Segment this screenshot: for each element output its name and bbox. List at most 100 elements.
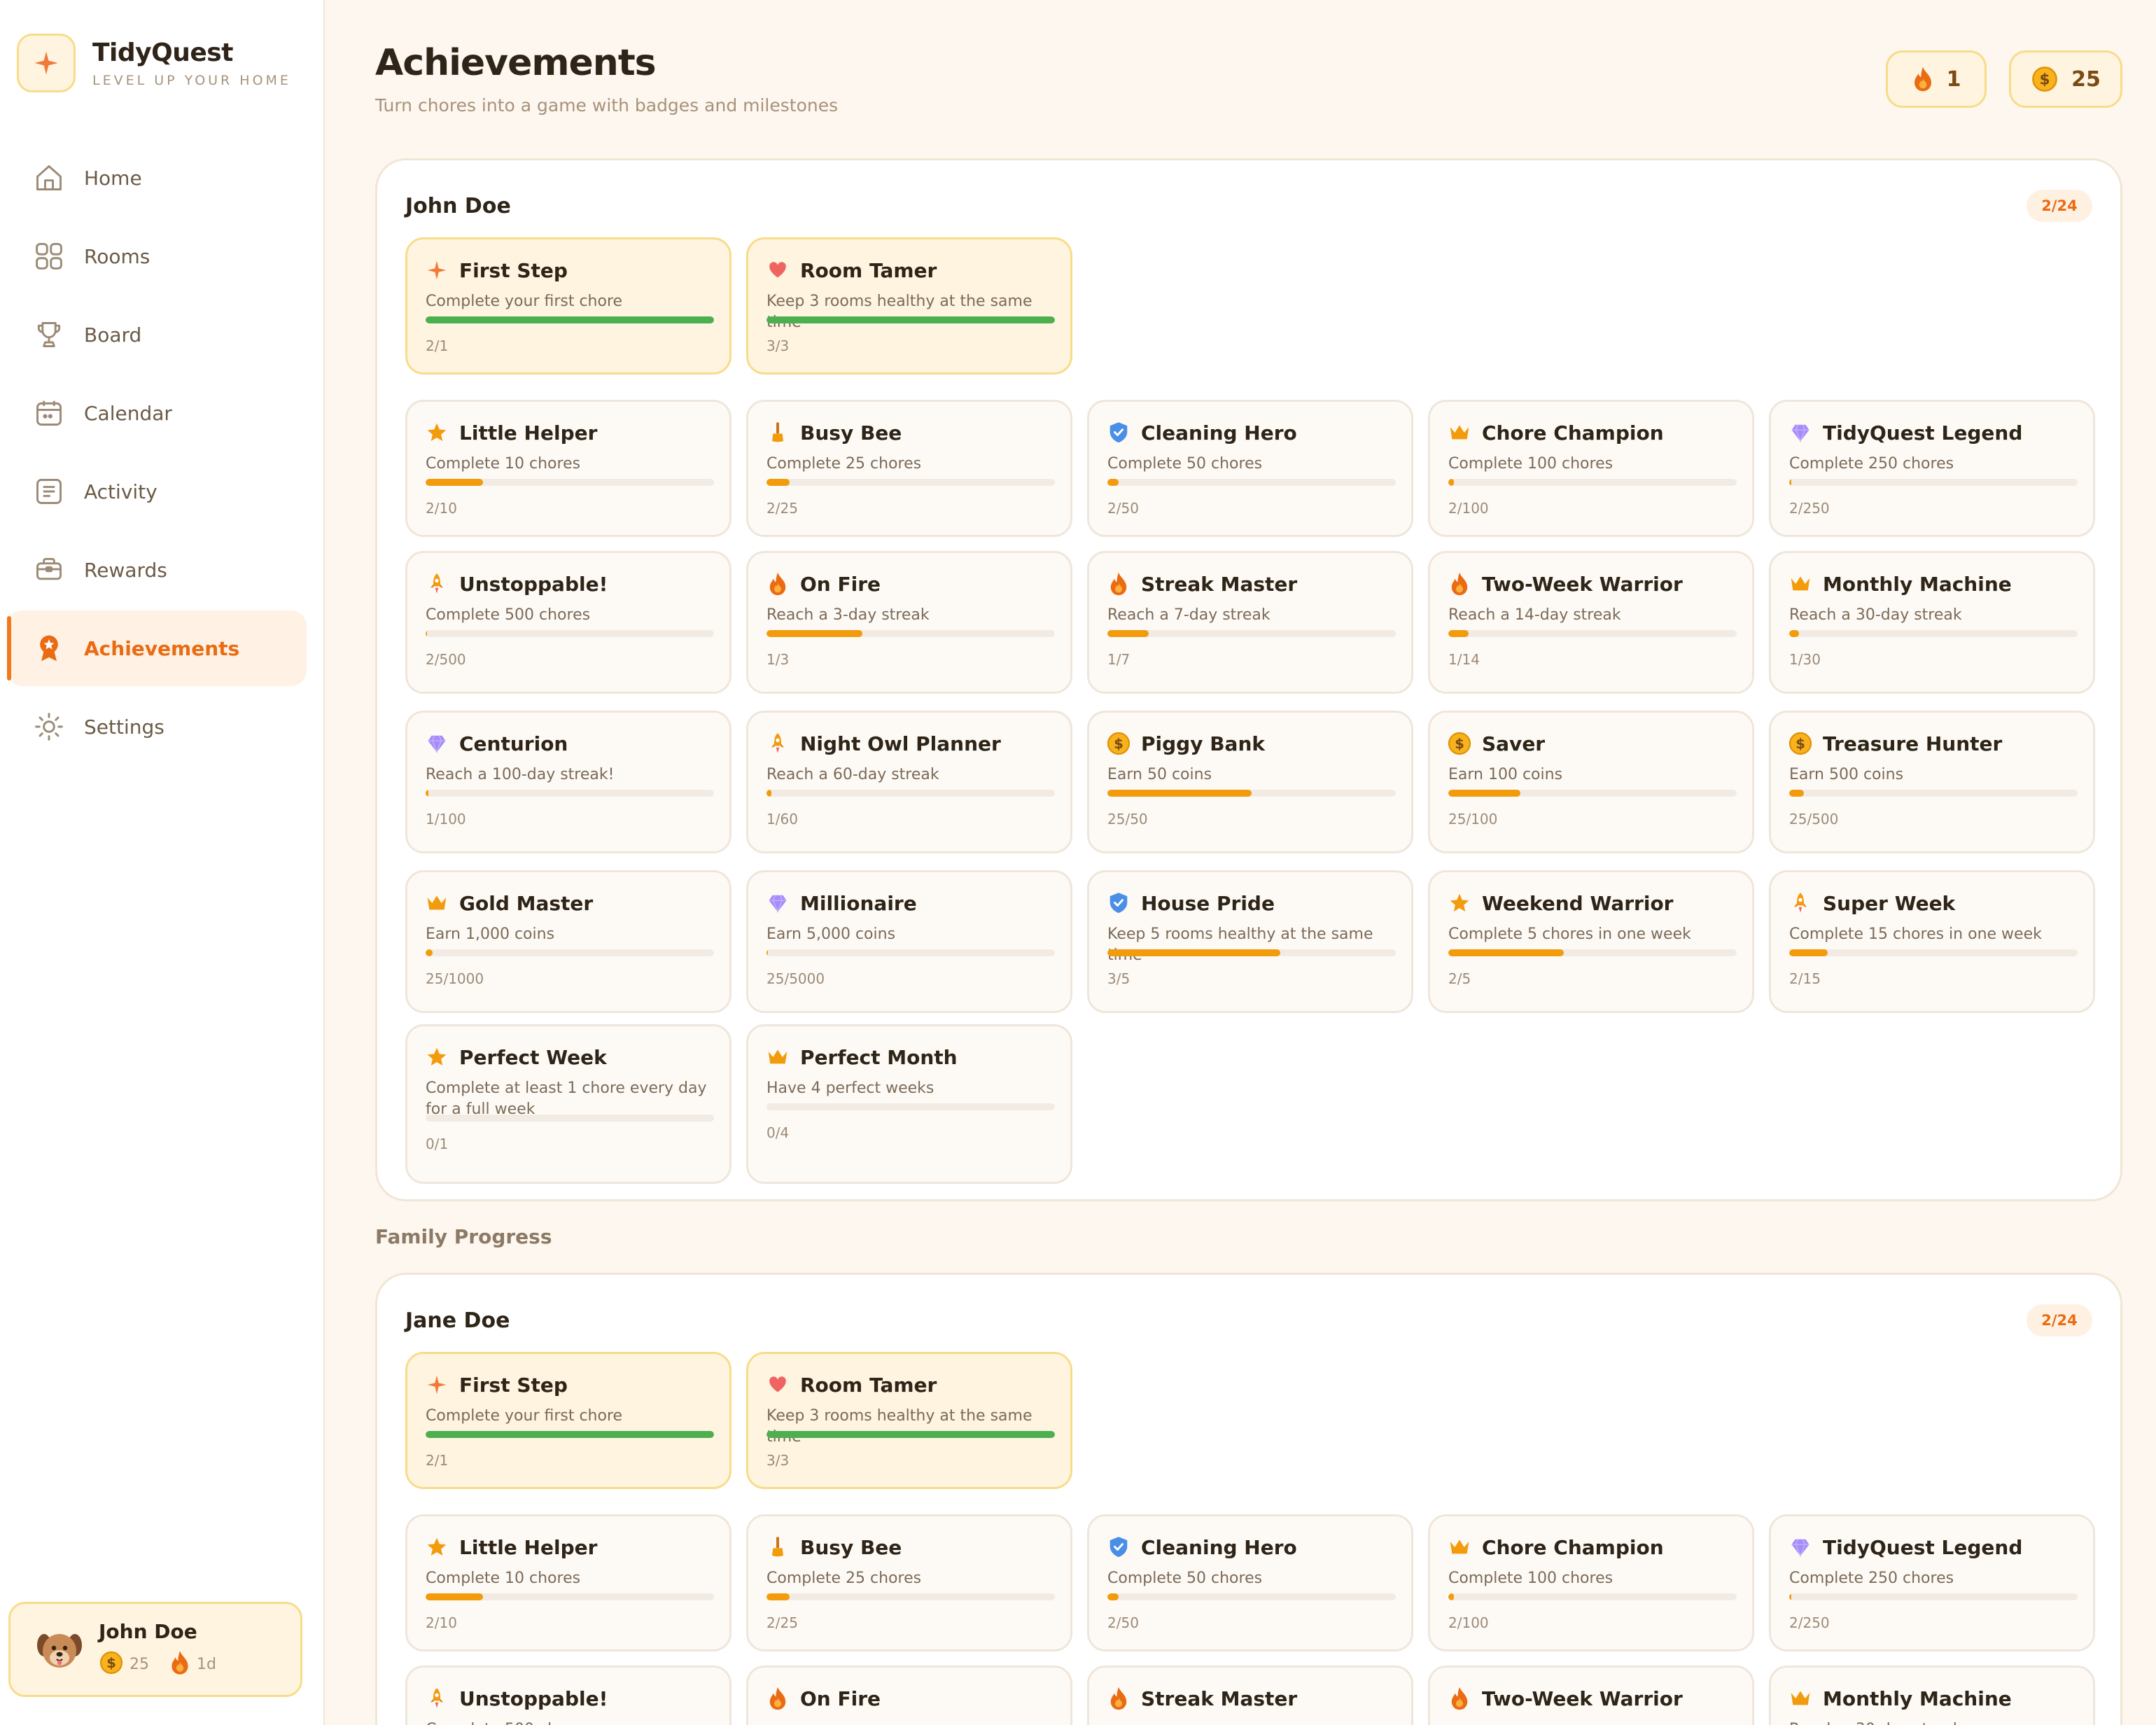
achievement-card-two-week-warrior[interactable]: Two-Week Warrior Reach a 14-day streak 1/1…: [1428, 551, 1754, 694]
flame-icon: [1447, 1686, 1472, 1711]
card-header: Perfect Week: [424, 1045, 607, 1070]
nav-item-home[interactable]: Home: [7, 140, 307, 216]
achievement-card-tidyquest-legend[interactable]: TidyQuest Legend Complete 250 chores 2/250: [1769, 400, 2095, 537]
achievement-card-chore-champion[interactable]: Chore Champion Complete 100 chores 2/100: [1428, 1514, 1754, 1651]
achievement-card-two-week-warrior[interactable]: Two-Week Warrior: [1428, 1665, 1754, 1725]
achievement-title: TidyQuest Legend: [1823, 1535, 2023, 1559]
streak-pill[interactable]: 1: [1886, 50, 1987, 108]
achievement-card-night-owl-planner[interactable]: Night Owl Planner Reach a 60-day streak 1/…: [746, 711, 1072, 853]
achievement-card-house-pride[interactable]: House Pride Keep 5 rooms healthy at the s…: [1087, 870, 1413, 1013]
achievement-card-piggy-bank[interactable]: $ Piggy Bank Earn 50 coins 25/50: [1087, 711, 1413, 853]
achievement-description: Keep 3 rooms healthy at the same time: [766, 293, 1032, 331]
achievement-card-first-step[interactable]: First Step Complete your first chore 2/1: [405, 1352, 732, 1489]
achievement-card-millionaire[interactable]: Millionaire Earn 5,000 coins 25/5000: [746, 870, 1072, 1013]
achievement-card-room-tamer[interactable]: Room Tamer Keep 3 rooms healthy at the sa…: [746, 1352, 1072, 1489]
achievement-card-saver[interactable]: $ Saver Earn 100 coins 25/100: [1428, 711, 1754, 853]
progress-track: [1789, 949, 2078, 956]
star-icon: [1447, 891, 1472, 916]
nav-item-achievements[interactable]: Achievements: [7, 610, 307, 686]
achievement-description: Complete your first chore: [426, 1407, 623, 1425]
svg-text:$: $: [1795, 736, 1805, 752]
shield-icon: [1106, 891, 1131, 916]
nav-item-rewards[interactable]: Rewards: [7, 532, 307, 608]
progress-track: [426, 479, 714, 486]
achievement-description: Complete 50 chores: [1107, 1570, 1263, 1587]
achievement-card-treasure-hunter[interactable]: $ Treasure Hunter Earn 500 coins 25/500: [1769, 711, 2095, 853]
achievement-card-busy-bee[interactable]: Busy Bee Complete 25 chores 2/25: [746, 400, 1072, 537]
achievement-title: Saver: [1482, 732, 1546, 755]
achievement-description: Reach a 60-day streak: [766, 766, 939, 783]
progress-text: 2/1: [426, 337, 449, 354]
achievement-card-unstoppable[interactable]: Unstoppable! Complete 500 chores 2/500: [405, 551, 732, 694]
progress-fill: [1789, 790, 1804, 797]
nav-item-rooms[interactable]: Rooms: [7, 218, 307, 294]
achievement-card-perfect-month[interactable]: Perfect Month Have 4 perfect weeks 0/4: [746, 1024, 1072, 1184]
achievement-card-first-step[interactable]: First Step Complete your first chore 2/1: [405, 237, 732, 375]
sparkle-logo-icon: [17, 34, 76, 92]
achievement-card-cleaning-hero[interactable]: Cleaning Hero Complete 50 chores 2/50: [1087, 400, 1413, 537]
progress-fill: [426, 316, 714, 323]
achievement-card-gold-master[interactable]: Gold Master Earn 1,000 coins 25/1000: [405, 870, 732, 1013]
achievement-title: Room Tamer: [800, 258, 937, 282]
coins-pill[interactable]: $ 25: [2009, 50, 2122, 108]
progress-text: 2/100: [1448, 500, 1489, 517]
progress-text: 1/100: [426, 811, 466, 827]
progress-text: 25/50: [1107, 811, 1148, 827]
achievement-card-centurion[interactable]: Centurion Reach a 100-day streak! 1/100: [405, 711, 732, 853]
progress-fill: [766, 1431, 1055, 1438]
achievement-card-streak-master[interactable]: Streak Master: [1087, 1665, 1413, 1725]
achievement-card-perfect-week[interactable]: Perfect Week Complete at least 1 chore ev…: [405, 1024, 732, 1184]
progress-text: 25/500: [1789, 811, 1839, 827]
card-header: Two-Week Warrior: [1447, 571, 1683, 596]
achievement-title: First Step: [459, 258, 568, 282]
achievement-card-super-week[interactable]: Super Week Complete 15 chores in one week…: [1769, 870, 2095, 1013]
achievement-card-little-helper[interactable]: Little Helper Complete 10 chores 2/10: [405, 1514, 732, 1651]
nav-item-activity[interactable]: Activity: [7, 454, 307, 529]
app-tagline: LEVEL UP YOUR HOME: [92, 72, 291, 88]
achievement-card-little-helper[interactable]: Little Helper Complete 10 chores 2/10: [405, 400, 732, 537]
achievement-title: Piggy Bank: [1141, 732, 1265, 755]
achievement-card-unstoppable[interactable]: Unstoppable! Complete 500 chores: [405, 1665, 732, 1725]
achievement-title: Monthly Machine: [1823, 1686, 2012, 1710]
card-header: Two-Week Warrior: [1447, 1686, 1683, 1711]
achievement-card-on-fire[interactable]: On Fire Reach a 3-day streak 1/3: [746, 551, 1072, 694]
flame-icon: [1106, 1686, 1131, 1711]
achievement-title: Streak Master: [1141, 572, 1298, 596]
achievement-card-monthly-machine[interactable]: Monthly Machine Reach a 30-day streak: [1769, 1665, 2095, 1725]
card-header: Room Tamer: [765, 1372, 937, 1397]
badge-icon: [32, 631, 66, 665]
nav-item-board[interactable]: Board: [7, 297, 307, 372]
card-header: Perfect Month: [765, 1045, 958, 1070]
achievement-card-cleaning-hero[interactable]: Cleaning Hero Complete 50 chores 2/50: [1087, 1514, 1413, 1651]
progress-fill: [1789, 630, 1799, 637]
achievement-description: Complete 500 chores: [426, 1719, 720, 1725]
nav-item-settings[interactable]: Settings: [7, 689, 307, 764]
achievement-description: Reach a 30-day streak: [1789, 1719, 2083, 1725]
achievement-card-room-tamer[interactable]: Room Tamer Keep 3 rooms healthy at the sa…: [746, 237, 1072, 375]
current-user-card[interactable]: John Doe $ 25 1d: [8, 1602, 302, 1697]
achievement-card-chore-champion[interactable]: Chore Champion Complete 100 chores 2/100: [1428, 400, 1754, 537]
achievement-card-streak-master[interactable]: Streak Master Reach a 7-day streak 1/7: [1087, 551, 1413, 694]
achievement-card-on-fire[interactable]: On Fire: [746, 1665, 1072, 1725]
achievement-card-tidyquest-legend[interactable]: TidyQuest Legend Complete 250 chores 2/250: [1769, 1514, 2095, 1651]
progress-track: [1448, 1593, 1737, 1600]
achievement-card-busy-bee[interactable]: Busy Bee Complete 25 chores 2/25: [746, 1514, 1072, 1651]
achievement-description: Complete 250 chores: [1789, 1570, 1954, 1587]
progress-track: [766, 316, 1055, 323]
card-header: Monthly Machine: [1788, 571, 2012, 596]
card-header: First Step: [424, 1372, 568, 1397]
achievement-description: Complete 25 chores: [766, 1570, 922, 1587]
brand[interactable]: TidyQuest LEVEL UP YOUR HOME: [17, 34, 291, 92]
nav-item-calendar[interactable]: Calendar: [7, 375, 307, 451]
progress-track: [426, 1431, 714, 1438]
diamond-icon: [765, 891, 790, 916]
member-panel-john-doe: John Doe 2/24 First Step Complete your fi…: [375, 158, 2122, 1201]
achievement-description: Reach a 30-day streak: [1789, 606, 1962, 624]
achievement-card-weekend-warrior[interactable]: Weekend Warrior Complete 5 chores in one …: [1428, 870, 1754, 1013]
achievement-title: TidyQuest Legend: [1823, 421, 2023, 445]
card-header: Streak Master: [1106, 571, 1297, 596]
progress-fill: [1789, 479, 1792, 486]
achievement-card-monthly-machine[interactable]: Monthly Machine Reach a 30-day streak 1/30: [1769, 551, 2095, 694]
member-panel-jane-doe: Jane Doe 2/24 First Step Complete your fi…: [375, 1273, 2122, 1725]
progress-fill: [426, 949, 433, 956]
